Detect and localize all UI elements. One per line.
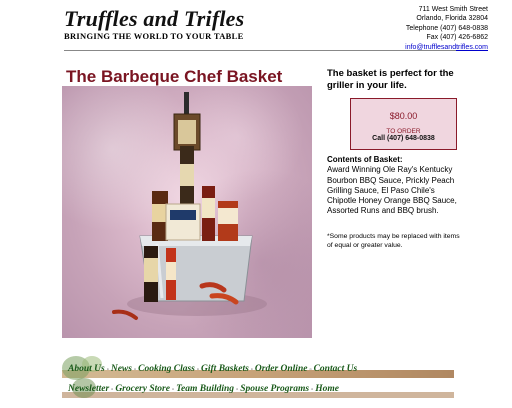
product-photo [62, 86, 312, 338]
substitution-note: *Some products may be replaced with item… [327, 233, 460, 249]
nav-gift-baskets[interactable]: Gift Baskets [201, 364, 249, 374]
nav-row-1: About Us ▫ News ▫ Cooking Class ▫ Gift Baskets… [68, 364, 357, 374]
nav-separator: ▫ [111, 387, 114, 393]
nav-separator: ▫ [196, 367, 200, 373]
page-title: The Barbeque Chef Basket [66, 67, 283, 86]
nav-separator: ▫ [311, 387, 314, 393]
product-headline: The basket is perfect for the griller in… [327, 68, 454, 91]
nav-separator: ▫ [236, 387, 239, 393]
nav-newsletter[interactable]: Newsletter [68, 384, 109, 394]
price-text: $80.00 [389, 111, 418, 121]
nav-separator: ▫ [171, 387, 175, 393]
nav-banner-decoration [62, 356, 454, 398]
fax-text: Fax (407) 426-6862 [426, 34, 488, 42]
nav-cooking-class[interactable]: Cooking Class [138, 364, 195, 374]
nav-team-building[interactable]: Team Building [176, 384, 234, 394]
basket-contents: Contents of Basket: Award Winning Ole Ra… [327, 155, 462, 217]
nav-separator: ▫ [250, 367, 253, 373]
nav-home[interactable]: Home [315, 384, 339, 394]
nav-grocery-store[interactable]: Grocery Store [115, 384, 170, 394]
nav-row-2: Newsletter ▫ Grocery Store ▫ Team Building ▫ S… [68, 384, 339, 394]
nav-separator: ▫ [106, 367, 109, 373]
nav-separator: ▫ [133, 367, 137, 373]
site-tagline: Bringing the World to your Table [64, 31, 244, 41]
nav-separator: ▫ [309, 367, 312, 373]
nav-order-online[interactable]: Order Online [255, 364, 308, 374]
price-box: $80.00 TO ORDER Call (407) 648-0838 [350, 98, 457, 150]
to-order-label: TO ORDER [386, 128, 421, 135]
nav-news[interactable]: News [111, 364, 132, 374]
address-city: Orlando, Florida 32804 [416, 15, 488, 23]
contact-address: 711 West Smith Street Orlando, Florida 3… [348, 5, 488, 52]
contents-heading: Contents of Basket: [327, 155, 403, 164]
address-street: 711 West Smith Street [418, 6, 488, 13]
site-logo-title[interactable]: Truffles and Trifles [64, 6, 244, 32]
nav-contact-us[interactable]: Contact Us [314, 364, 358, 374]
contents-text: Award Winning Ole Ray's Kentucky Bourbon… [327, 165, 457, 216]
nav-about-us[interactable]: About Us [68, 364, 105, 374]
call-to-order: Call (407) 648-0838 [372, 135, 435, 142]
nav-spouse-programs[interactable]: Spouse Programs [240, 384, 309, 394]
header-divider [64, 50, 456, 51]
telephone-text: Telephone (407) 648-0838 [405, 24, 488, 32]
